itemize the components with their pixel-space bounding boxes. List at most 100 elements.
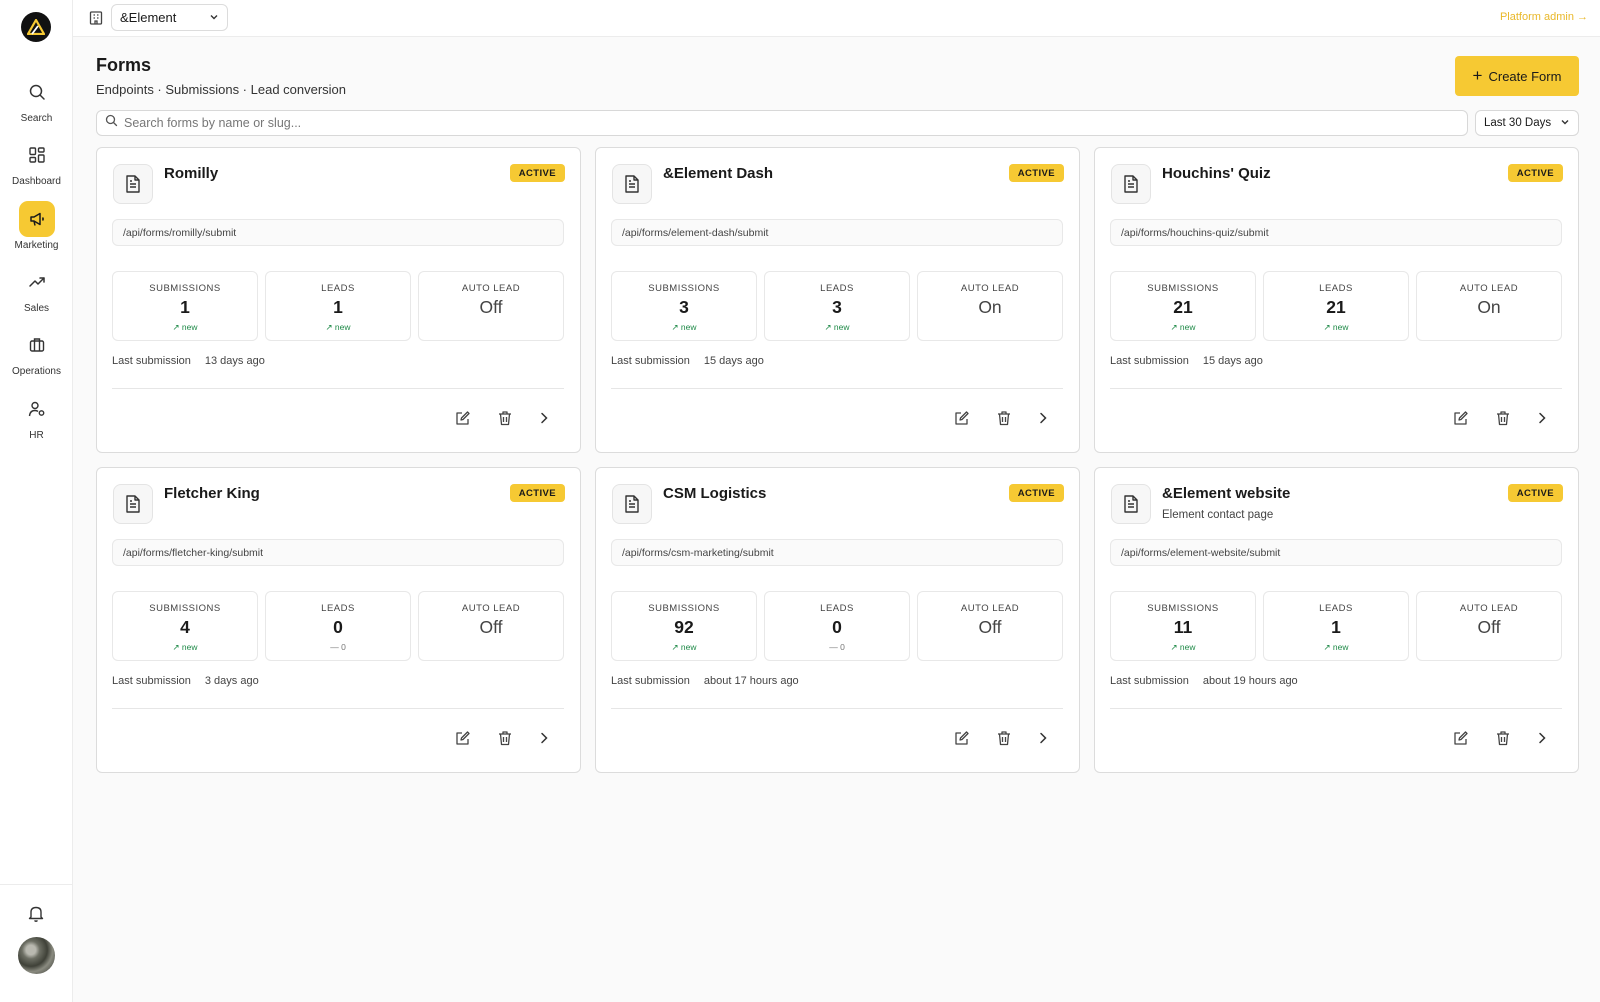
form-title[interactable]: Romilly bbox=[164, 165, 218, 182]
leads-delta: ↗ new bbox=[1323, 642, 1349, 652]
nav-item-dashboard[interactable]: Dashboard bbox=[0, 137, 73, 187]
form-card: CSM Logistics ACTIVE /api/forms/csm-mark… bbox=[595, 467, 1080, 773]
delete-button[interactable] bbox=[1492, 727, 1514, 749]
endpoint-url[interactable]: /api/forms/romilly/submit bbox=[112, 219, 564, 246]
auto-lead-stat: AUTO LEAD On bbox=[917, 271, 1063, 341]
auto-lead-stat: AUTO LEAD Off bbox=[418, 591, 564, 661]
search-input[interactable] bbox=[124, 116, 1467, 130]
nav-item-marketing[interactable]: Marketing bbox=[0, 201, 73, 251]
trash-icon bbox=[499, 411, 511, 426]
form-title[interactable]: Houchins' Quiz bbox=[1162, 165, 1271, 182]
last-submission-time: 3 days ago bbox=[204, 675, 259, 687]
form-title[interactable]: CSM Logistics bbox=[663, 485, 766, 502]
stat-label: AUTO LEAD bbox=[1459, 283, 1519, 294]
status-badge: ACTIVE bbox=[1008, 484, 1064, 502]
open-button[interactable] bbox=[533, 727, 555, 749]
leads-delta: ↗ new bbox=[325, 322, 351, 332]
page-title: Forms bbox=[96, 55, 152, 75]
delete-button[interactable] bbox=[1492, 407, 1514, 429]
stat-label: LEADS bbox=[1319, 603, 1353, 614]
trash-icon bbox=[1497, 411, 1509, 426]
page-subtitle: Endpoints · Submissions · Lead conversio… bbox=[96, 82, 347, 97]
chevron-right-icon bbox=[1539, 732, 1546, 744]
auto-lead-value: Off bbox=[978, 617, 1002, 637]
nav-item-sales[interactable]: Sales bbox=[0, 264, 73, 314]
nav-item-operations[interactable]: Operations bbox=[0, 327, 73, 377]
stat-label: SUBMISSIONS bbox=[149, 603, 221, 614]
plus-icon: + bbox=[1472, 66, 1483, 85]
submissions-stat: SUBMISSIONS 21 ↗ new bbox=[1110, 271, 1256, 341]
divider bbox=[1110, 388, 1562, 389]
submissions-delta: ↗ new bbox=[172, 642, 198, 652]
submissions-count: 4 bbox=[180, 617, 190, 637]
nav-item-hr[interactable]: HR bbox=[0, 391, 73, 441]
open-button[interactable] bbox=[1531, 407, 1553, 429]
platform-admin-link[interactable]: Platform admin → bbox=[1500, 11, 1588, 23]
delete-button[interactable] bbox=[993, 727, 1015, 749]
edit-icon bbox=[456, 731, 470, 745]
edit-button[interactable] bbox=[951, 727, 973, 749]
edit-button[interactable] bbox=[452, 407, 474, 429]
last-submission: Last submission 15 days ago bbox=[1110, 355, 1263, 367]
app-logo[interactable] bbox=[21, 12, 51, 42]
endpoint-url[interactable]: /api/forms/fletcher-king/submit bbox=[112, 539, 564, 566]
form-title[interactable]: Fletcher King bbox=[164, 485, 260, 502]
nav-label: HR bbox=[29, 430, 44, 441]
auto-lead-value: On bbox=[1477, 297, 1501, 317]
stat-label: LEADS bbox=[321, 603, 355, 614]
form-card: Romilly ACTIVE /api/forms/romilly/submit… bbox=[96, 147, 581, 453]
bell-icon[interactable] bbox=[26, 903, 46, 928]
avatar[interactable] bbox=[18, 937, 55, 974]
stat-label: AUTO LEAD bbox=[960, 283, 1020, 294]
stat-label: SUBMISSIONS bbox=[149, 283, 221, 294]
edit-icon bbox=[1454, 731, 1468, 745]
leads-count: 1 bbox=[1331, 617, 1341, 637]
organization-select[interactable]: &Element bbox=[111, 4, 228, 31]
status-badge: ACTIVE bbox=[509, 484, 565, 502]
date-range-select[interactable]: Last 30 Days bbox=[1475, 110, 1579, 136]
delete-button[interactable] bbox=[993, 407, 1015, 429]
sidebar: Search Dashboard Marketing Sales Operati… bbox=[0, 0, 73, 1002]
divider bbox=[1110, 708, 1562, 709]
briefcase-icon bbox=[19, 327, 55, 363]
last-submission-time: 15 days ago bbox=[1202, 355, 1263, 367]
last-submission: Last submission 3 days ago bbox=[112, 675, 259, 687]
form-title[interactable]: &Element Dash bbox=[663, 165, 773, 182]
leads-delta: — 0 bbox=[330, 642, 346, 652]
sidebar-footer bbox=[0, 884, 73, 1002]
submissions-stat: SUBMISSIONS 4 ↗ new bbox=[112, 591, 258, 661]
chevron-down-icon bbox=[209, 10, 219, 25]
submissions-count: 92 bbox=[674, 617, 694, 637]
form-title[interactable]: &Element website bbox=[1162, 485, 1290, 502]
submissions-delta: ↗ new bbox=[1170, 322, 1196, 332]
edit-icon bbox=[955, 731, 969, 745]
nav-item-search[interactable]: Search bbox=[0, 74, 73, 124]
open-button[interactable] bbox=[1032, 727, 1054, 749]
stat-label: SUBMISSIONS bbox=[648, 603, 720, 614]
endpoint-url[interactable]: /api/forms/csm-marketing/submit bbox=[611, 539, 1063, 566]
open-button[interactable] bbox=[1032, 407, 1054, 429]
auto-lead-value: Off bbox=[479, 297, 503, 317]
open-button[interactable] bbox=[1531, 727, 1553, 749]
last-submission-label: Last submission bbox=[112, 355, 191, 367]
delete-button[interactable] bbox=[494, 727, 516, 749]
leads-stat: LEADS 1 ↗ new bbox=[1263, 591, 1409, 661]
endpoint-url[interactable]: /api/forms/houchins-quiz/submit bbox=[1110, 219, 1562, 246]
date-range-value: Last 30 Days bbox=[1484, 117, 1552, 129]
delete-button[interactable] bbox=[494, 407, 516, 429]
edit-button[interactable] bbox=[951, 407, 973, 429]
user-settings-icon bbox=[19, 391, 55, 427]
open-button[interactable] bbox=[533, 407, 555, 429]
form-card: &Element website Element contact page AC… bbox=[1094, 467, 1579, 773]
edit-button[interactable] bbox=[1450, 407, 1472, 429]
status-badge: ACTIVE bbox=[1507, 484, 1563, 502]
create-form-button[interactable]: + Create Form bbox=[1455, 56, 1579, 96]
status-badge: ACTIVE bbox=[1008, 164, 1064, 182]
edit-button[interactable] bbox=[452, 727, 474, 749]
nav-label: Sales bbox=[23, 303, 49, 314]
form-card: Fletcher King ACTIVE /api/forms/fletcher… bbox=[96, 467, 581, 773]
endpoint-url[interactable]: /api/forms/element-website/submit bbox=[1110, 539, 1562, 566]
edit-button[interactable] bbox=[1450, 727, 1472, 749]
divider bbox=[611, 388, 1063, 389]
endpoint-url[interactable]: /api/forms/element-dash/submit bbox=[611, 219, 1063, 246]
